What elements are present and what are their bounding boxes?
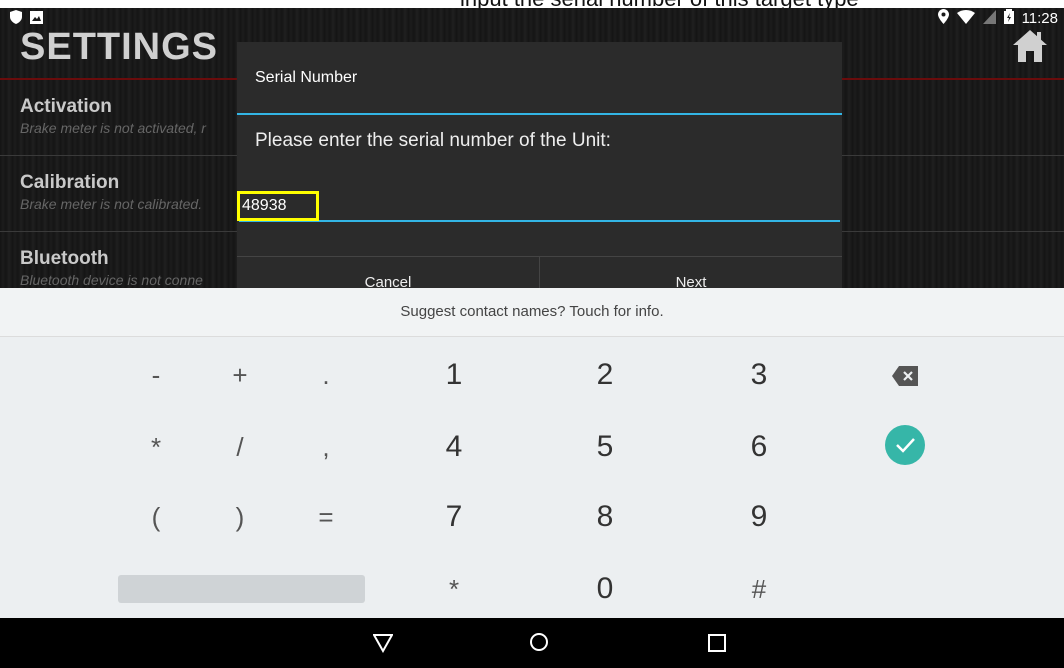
recents-icon[interactable] <box>707 631 727 658</box>
backspace-key[interactable] <box>860 345 950 405</box>
navigation-bar <box>0 618 1064 668</box>
back-icon[interactable] <box>372 631 394 658</box>
checkmark-icon <box>885 438 925 469</box>
key-3[interactable]: 3 <box>714 345 804 405</box>
setting-title: Activation <box>20 96 112 117</box>
instruction-strip: input the serial number of this target t… <box>0 0 1064 8</box>
setting-title: Calibration <box>20 172 120 193</box>
key-close-paren[interactable]: ) <box>195 487 285 547</box>
key-2[interactable]: 2 <box>560 345 650 405</box>
wifi-icon <box>956 9 975 27</box>
dialog-message: Please enter the serial number of the Un… <box>255 130 611 151</box>
key-equals[interactable]: = <box>281 487 371 547</box>
space-key[interactable] <box>118 575 365 603</box>
key-period[interactable]: . <box>281 345 371 405</box>
key-star[interactable]: * <box>409 559 499 619</box>
key-1[interactable]: 1 <box>409 345 499 405</box>
status-time: 11:28 <box>1021 9 1058 27</box>
done-key[interactable] <box>885 425 925 465</box>
setting-subtitle: Brake meter is not activated, r <box>20 120 206 136</box>
serial-number-dialog: Serial Number Please enter the serial nu… <box>237 42 842 288</box>
key-open-paren[interactable]: ( <box>111 487 201 547</box>
setting-bluetooth[interactable]: Bluetooth Bluetooth device is not conne <box>20 248 203 288</box>
home-circle-icon[interactable] <box>528 631 550 658</box>
keyboard-suggestion-bar[interactable]: Suggest contact names? Touch for info. <box>0 288 1064 337</box>
numeric-keyboard: - + . 1 2 3 * / , 4 5 6 ( ) = 7 8 9 * 0 … <box>0 337 1064 618</box>
cancel-button[interactable]: Cancel <box>237 274 539 288</box>
location-icon <box>937 9 949 27</box>
key-asterisk[interactable]: * <box>111 417 201 477</box>
key-slash[interactable]: / <box>195 417 285 477</box>
next-button[interactable]: Next <box>540 274 842 288</box>
setting-calibration[interactable]: Calibration Brake meter is not calibrate… <box>20 172 202 212</box>
no-sim-icon <box>982 9 996 27</box>
home-icon[interactable] <box>1012 28 1048 69</box>
dialog-title-divider <box>237 113 842 115</box>
key-7[interactable]: 7 <box>409 487 499 547</box>
key-plus[interactable]: + <box>195 345 285 405</box>
setting-subtitle: Brake meter is not calibrated. <box>20 196 203 212</box>
key-8[interactable]: 8 <box>560 487 650 547</box>
battery-icon <box>1003 9 1014 27</box>
backspace-icon <box>892 358 918 391</box>
key-0[interactable]: 0 <box>560 559 650 619</box>
setting-title: Bluetooth <box>20 248 109 269</box>
page-title: SETTINGS <box>20 26 219 68</box>
key-comma[interactable]: , <box>281 417 371 477</box>
image-icon <box>30 10 43 27</box>
instruction-text: input the serial number of this target t… <box>460 0 859 8</box>
input-highlight-box <box>237 191 319 221</box>
serial-number-input[interactable] <box>239 192 840 222</box>
key-5[interactable]: 5 <box>560 417 650 477</box>
key-6[interactable]: 6 <box>714 417 804 477</box>
shield-icon <box>10 10 22 27</box>
key-9[interactable]: 9 <box>714 487 804 547</box>
setting-activation[interactable]: Activation Brake meter is not activated,… <box>20 96 206 136</box>
setting-subtitle: Bluetooth device is not conne <box>20 272 203 288</box>
key-minus[interactable]: - <box>111 345 201 405</box>
key-4[interactable]: 4 <box>409 417 499 477</box>
key-hash[interactable]: # <box>714 559 804 619</box>
dialog-title: Serial Number <box>255 69 358 86</box>
